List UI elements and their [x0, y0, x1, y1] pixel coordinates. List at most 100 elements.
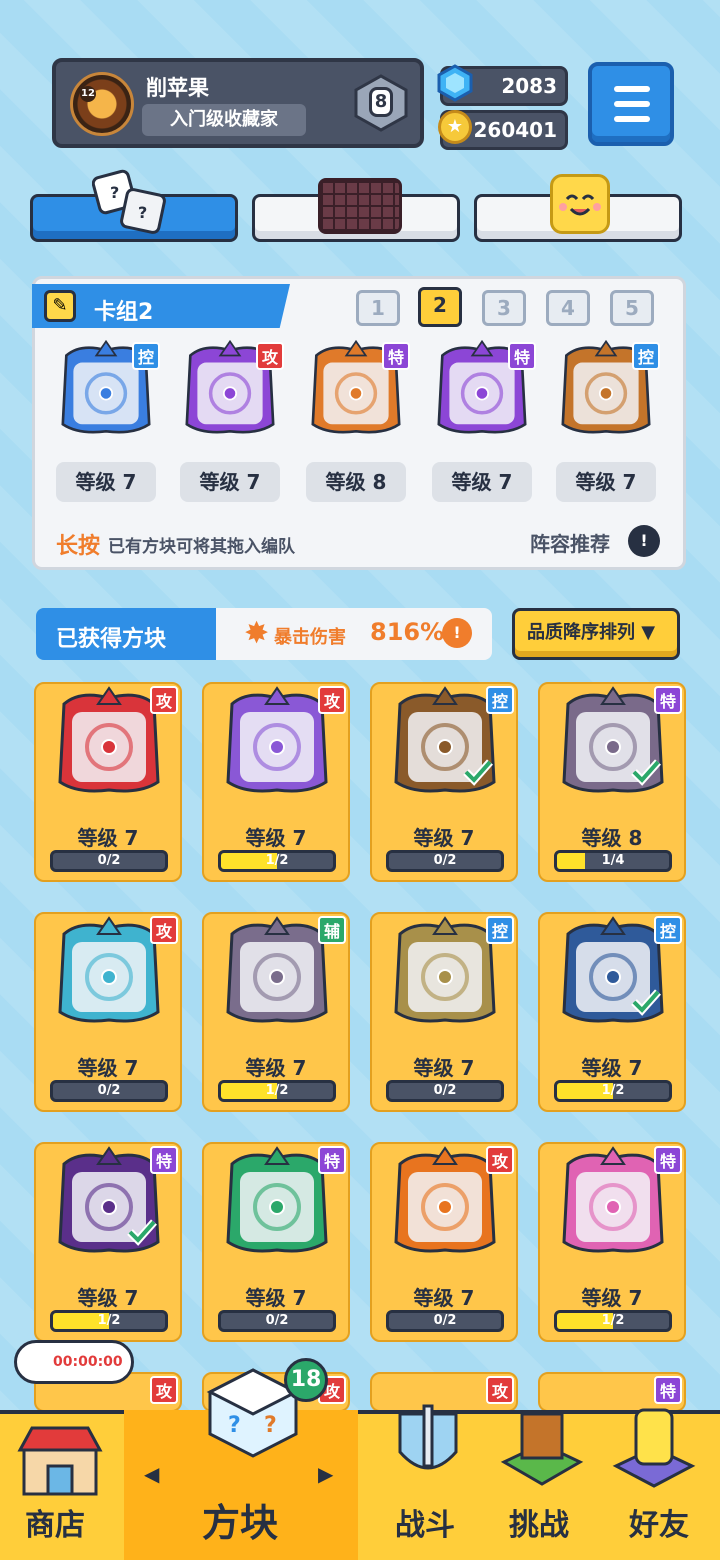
block-tile[interactable]: 特等级 7 0/2	[202, 1142, 350, 1342]
upgrade-progress-bar: 1/2	[554, 1080, 672, 1102]
rank-number: 8	[369, 87, 393, 117]
progress-text: 1/4	[601, 853, 625, 868]
nav-challenge[interactable]: 挑战	[484, 1500, 594, 1544]
block-type-badge: 特	[654, 1146, 682, 1174]
avatar[interactable]	[70, 72, 134, 136]
battle-icon	[388, 1404, 468, 1488]
crit-value: 816%	[370, 618, 445, 646]
dice-icon: ? ?	[91, 166, 172, 240]
block-tile[interactable]: 控等级 7 0/2	[370, 682, 518, 882]
deck-tab-3[interactable]: 3	[482, 290, 526, 326]
block-tile[interactable]: 攻等级 7 1/2	[202, 682, 350, 882]
lineup-recommend-link[interactable]: 阵容推荐	[530, 528, 610, 557]
player-title: 入门级收藏家	[142, 104, 306, 136]
nav-prev-arrow-icon[interactable]: ◀	[144, 1462, 159, 1486]
nav-shop[interactable]: 商店	[0, 1500, 110, 1544]
avatar-level: 12	[80, 86, 96, 102]
progress-text: 0/2	[97, 853, 121, 868]
block-level: 等级 7	[413, 1286, 475, 1310]
card-type-badge: 控	[132, 342, 160, 370]
nav-friends[interactable]: 好友	[604, 1500, 714, 1544]
deck-card[interactable]: 控	[54, 336, 160, 442]
card-type-badge: 特	[382, 342, 410, 370]
block-tile[interactable]: 攻等级 7 0/2	[34, 912, 182, 1112]
hint-highlight: 长按	[56, 534, 101, 559]
crit-label: 暴击伤害	[274, 627, 346, 648]
deck-card[interactable]: 攻	[178, 336, 284, 442]
menu-button[interactable]	[588, 62, 674, 146]
block-type-badge: 特	[318, 1146, 346, 1174]
block-type-badge: 控	[486, 686, 514, 714]
nav-blocks[interactable]: 方块	[150, 1492, 330, 1547]
progress-text: 1/2	[601, 1313, 625, 1328]
menu-icon-line	[614, 116, 650, 122]
coin-icon: ★	[438, 110, 472, 144]
block-level: 等级 7	[245, 826, 307, 850]
rank-badge-icon[interactable]: 8	[352, 74, 410, 132]
block-type-badge: 辅	[318, 916, 346, 944]
crit-info-icon[interactable]: !	[442, 618, 472, 648]
block-type-badge: 攻	[486, 1146, 514, 1174]
sort-dropdown[interactable]: 品质降序排列 ▼	[512, 608, 680, 660]
block-level: 等级 7	[77, 826, 139, 850]
deck-card[interactable]: 特	[430, 336, 536, 442]
progress-text: 0/2	[433, 1313, 457, 1328]
block-tile[interactable]: 控等级 7 1/2	[538, 912, 686, 1112]
block-level: 等级 7	[77, 1286, 139, 1310]
deck-tab-1[interactable]: 1	[356, 290, 400, 326]
block-level: 等级 7	[77, 1056, 139, 1080]
owned-title: 已获得方块	[56, 627, 167, 652]
block-type-badge: 攻	[318, 686, 346, 714]
deck-tab-4[interactable]: 4	[546, 290, 590, 326]
deck-card[interactable]: 控	[554, 336, 660, 442]
deck-card-level: 等级 7	[180, 462, 280, 502]
progress-text: 1/2	[265, 853, 289, 868]
svg-text:?: ?	[264, 1413, 277, 1438]
upgrade-progress-bar: 0/2	[50, 850, 168, 872]
deck-tab-2[interactable]: 2	[418, 287, 462, 327]
upgrade-progress-bar: 0/2	[386, 1080, 504, 1102]
gem-value: 2083	[501, 74, 557, 98]
info-icon[interactable]: !	[628, 525, 660, 557]
svg-text:?: ?	[110, 183, 119, 202]
upgrade-progress-bar: 0/2	[386, 850, 504, 872]
friends-icon	[612, 1404, 696, 1488]
block-tile[interactable]: 控等级 7 0/2	[370, 912, 518, 1112]
profile-card[interactable]: 12 削苹果 入门级收藏家 8	[52, 58, 424, 148]
block-tile[interactable]: 特等级 8 1/4	[538, 682, 686, 882]
upgrade-progress-bar: 0/2	[386, 1310, 504, 1332]
pencil-icon[interactable]: ✎	[44, 290, 76, 322]
block-type-badge: 攻	[150, 686, 178, 714]
block-level: 等级 7	[245, 1056, 307, 1080]
block-tile[interactable]: 特等级 7 1/2	[538, 1142, 686, 1342]
progress-text: 0/2	[265, 1313, 289, 1328]
nav-battle[interactable]: 战斗	[370, 1500, 480, 1544]
menu-icon	[614, 86, 650, 92]
crit-icon: ✸	[244, 616, 270, 651]
block-type-badge: 控	[654, 916, 682, 944]
progress-text: 1/2	[265, 1083, 289, 1098]
block-tile[interactable]: 辅等级 7 1/2	[202, 912, 350, 1112]
upgrade-progress-bar: 1/2	[218, 1080, 336, 1102]
smile-icon	[550, 174, 610, 234]
block-type-badge: 攻	[150, 1376, 178, 1404]
block-type-badge: 特	[654, 686, 682, 714]
hint-text: 已有方块可将其拖入编队	[108, 537, 295, 557]
block-tile[interactable]: 攻等级 7 0/2	[34, 682, 182, 882]
block-tile[interactable]: 攻等级 7 0/2	[370, 1142, 518, 1342]
deck-card-level: 等级 8	[306, 462, 406, 502]
player-name: 削苹果	[146, 76, 209, 100]
deck-card[interactable]: 特	[304, 336, 410, 442]
challenge-icon	[500, 1404, 584, 1488]
deck-tab-5[interactable]: 5	[610, 290, 654, 326]
deck-title: 卡组2	[94, 300, 154, 325]
block-type-badge: 特	[150, 1146, 178, 1174]
progress-text: 0/2	[433, 1083, 457, 1098]
block-level: 等级 7	[413, 826, 475, 850]
upgrade-progress-bar: 0/2	[50, 1080, 168, 1102]
block-tile[interactable]: 特等级 7 1/2	[34, 1142, 182, 1342]
nav-next-arrow-icon[interactable]: ▶	[318, 1462, 333, 1486]
progress-text: 1/2	[97, 1313, 121, 1328]
event-timer[interactable]: 00:00:00	[14, 1340, 134, 1384]
block-level: 等级 7	[581, 1056, 643, 1080]
